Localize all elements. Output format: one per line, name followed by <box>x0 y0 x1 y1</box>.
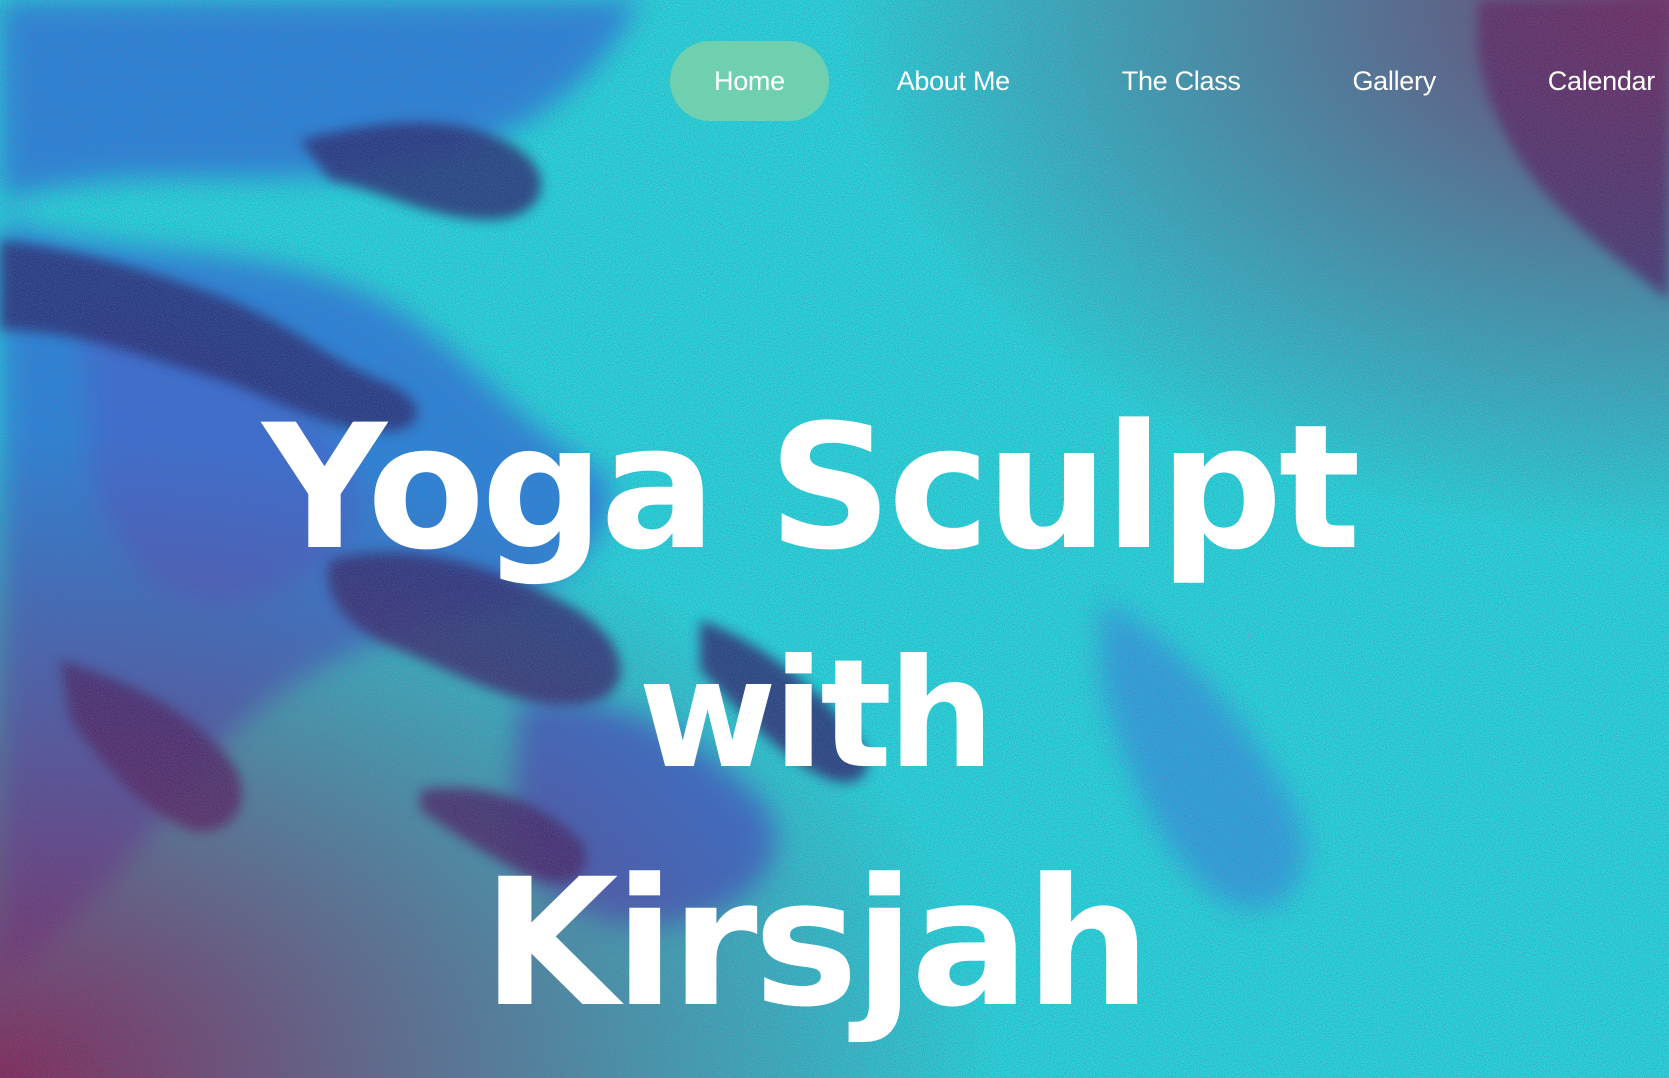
hero-title-line-2: with <box>638 628 994 802</box>
nav-item-about-me[interactable]: About Me <box>853 41 1054 121</box>
nav-item-gallery[interactable]: Gallery <box>1308 41 1479 121</box>
hero-title-line-3: Kirsjah <box>482 841 1151 1046</box>
nav-item-home[interactable]: Home <box>670 41 829 121</box>
page: Home About Me The Class Gallery Calendar… <box>0 0 1669 1078</box>
hero-title-line-1: Yoga Sculpt <box>262 387 1361 588</box>
nav-item-calendar[interactable]: Calendar <box>1504 41 1655 121</box>
main-nav: Home About Me The Class Gallery Calendar <box>670 41 1655 121</box>
nav-item-the-class[interactable]: The Class <box>1078 41 1285 121</box>
